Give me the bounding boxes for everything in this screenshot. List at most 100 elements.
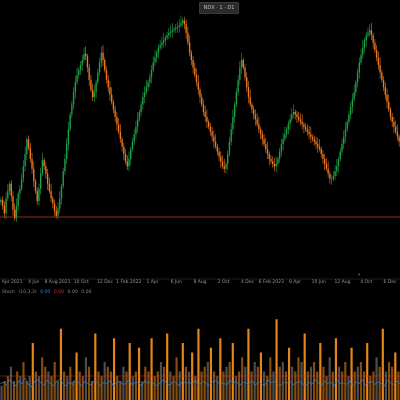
candle-body	[29, 147, 32, 159]
candle-body	[91, 89, 94, 98]
candle-body	[329, 173, 331, 179]
volume-bar	[366, 343, 369, 400]
candle-body	[143, 92, 146, 98]
candle-body	[339, 151, 341, 159]
candle-body	[230, 129, 232, 142]
candle-body	[105, 69, 108, 80]
time-axis-label: 1 Apr	[146, 280, 159, 285]
volume-bar	[172, 376, 175, 400]
volume-bar	[31, 343, 34, 400]
candle-body	[311, 136, 314, 140]
candle-body	[140, 104, 142, 112]
candle-body	[85, 53, 87, 57]
candle-body	[360, 55, 362, 63]
candle-body	[195, 74, 198, 83]
candle-body	[57, 208, 59, 216]
candle-body	[48, 183, 51, 192]
time-axis-label: 12 Dec	[97, 280, 113, 285]
candle-body	[363, 40, 366, 48]
time-axis-label: 10 Jun	[311, 280, 326, 285]
volume-bar	[128, 343, 131, 400]
volume-bar	[225, 366, 228, 400]
volume-bar	[344, 362, 347, 400]
candle-body	[43, 160, 45, 167]
candle-body	[358, 62, 361, 73]
volume-bar	[81, 376, 84, 400]
volume-bar	[203, 366, 206, 400]
candle-body	[1, 199, 4, 206]
candle-body	[247, 87, 250, 98]
candle-body	[145, 87, 148, 93]
candle-body	[90, 79, 92, 90]
volume-bar	[234, 376, 238, 400]
candle-body	[147, 82, 149, 88]
candle-body	[133, 134, 135, 142]
volume-bar	[275, 319, 278, 400]
volume-bar	[66, 376, 69, 400]
candle-body	[370, 30, 373, 36]
candle-body	[268, 154, 270, 159]
candle-body	[154, 57, 156, 63]
time-axis-label: 4 Oct	[360, 280, 373, 285]
candle-body	[206, 116, 208, 122]
candle-body	[81, 60, 83, 65]
volume-bar	[206, 362, 209, 400]
time-axis-label: 2 Apr 2021	[0, 280, 23, 285]
time-axis-label: 6 Feb 2023	[258, 280, 284, 285]
volume-bar	[350, 347, 353, 400]
volume-bar	[103, 362, 106, 400]
candle-body	[207, 121, 210, 127]
candle-body	[323, 158, 326, 164]
candle-body	[93, 92, 96, 98]
candle-body	[372, 35, 374, 43]
candle-body	[220, 156, 222, 162]
candle-body	[55, 210, 57, 216]
scroll-to-realtime-icon[interactable]: »	[354, 272, 364, 278]
indicator-legend: Stoch (10,3,3) 0.00 0.00 0.00 0.00	[2, 290, 93, 295]
candle-body	[285, 129, 288, 135]
candle-body	[157, 47, 160, 53]
time-axis-label: 4 Dec	[240, 280, 255, 285]
candle-body	[53, 203, 56, 211]
candle-body	[202, 104, 205, 112]
time-axis-label: 1 Feb 2022	[116, 280, 142, 285]
candle-body	[69, 114, 71, 130]
candle-body	[239, 67, 241, 80]
candle-body	[294, 111, 296, 115]
candle-body	[355, 82, 357, 93]
candle-body	[218, 151, 220, 157]
candle-body	[50, 191, 52, 199]
volume-bar	[303, 333, 306, 400]
candle-body	[213, 136, 215, 142]
candle-body	[396, 131, 399, 137]
volume-bar	[94, 333, 97, 400]
candle-body	[60, 186, 63, 199]
volume-bar	[175, 357, 178, 400]
candle-body	[39, 173, 42, 189]
time-axis-label: 8 Aug 2021	[44, 280, 71, 285]
candle-body	[187, 32, 189, 43]
volume-bar	[144, 366, 147, 400]
candle-body	[45, 166, 47, 174]
symbol-badge[interactable]: NDX · 1 · D1	[199, 2, 239, 14]
candle-body	[216, 146, 219, 152]
indicator-name: Stoch	[2, 290, 15, 295]
candle-body	[337, 158, 340, 167]
volume-bar	[181, 343, 184, 400]
volume-bar	[297, 357, 300, 400]
candle-body	[272, 161, 274, 164]
time-axis[interactable]: 2 Apr 2021 4 Jun 8 Aug 2021 10 Oct 12 Dec 1 F…	[0, 279, 400, 288]
candle-body	[26, 139, 28, 154]
volume-bar	[325, 376, 328, 400]
candle-body	[211, 131, 213, 137]
candle-body	[223, 166, 225, 169]
time-axis-label: 8 Aug	[193, 280, 207, 285]
indicator-value-3: 0.00	[67, 290, 78, 295]
candle-body	[379, 64, 381, 73]
candle-body	[136, 119, 139, 127]
candle-body	[233, 104, 236, 117]
volume-bar	[241, 357, 244, 400]
price-chart[interactable]	[0, 0, 400, 400]
candle-body	[8, 183, 11, 192]
candle-body	[109, 87, 111, 95]
